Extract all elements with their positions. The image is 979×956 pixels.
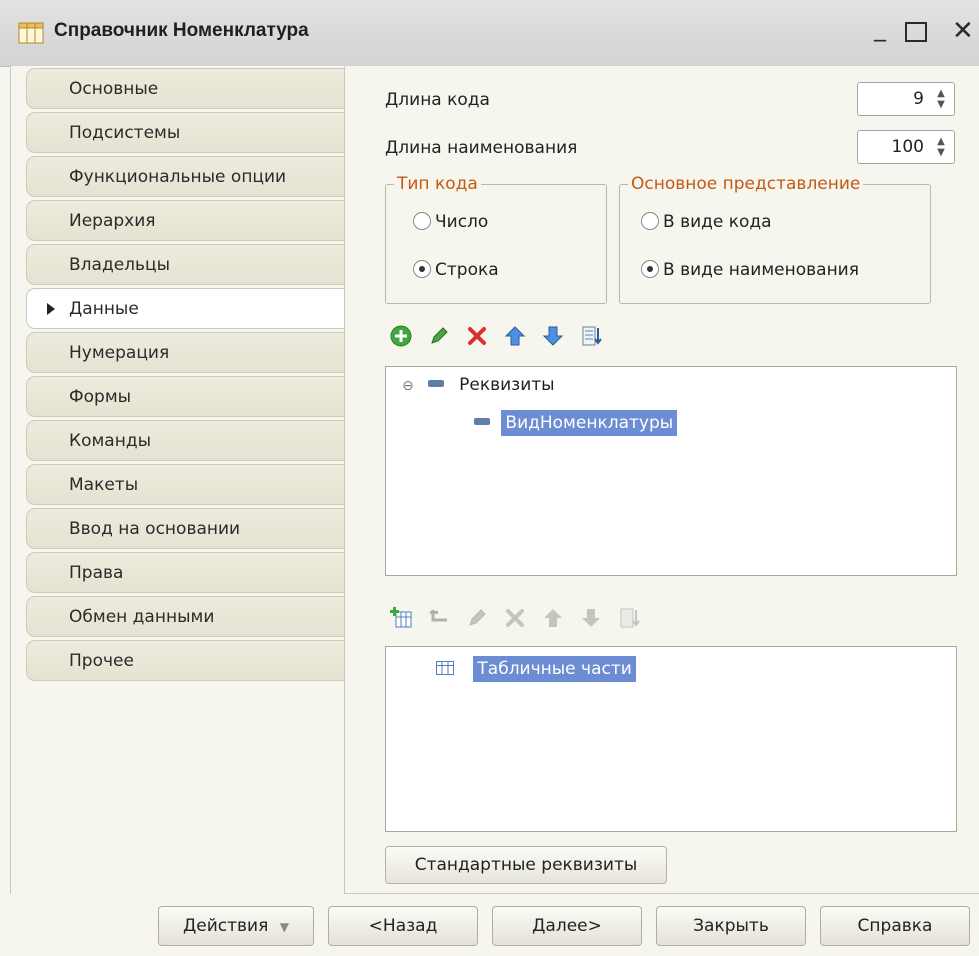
code-length-spinner[interactable]: 9 ▲ ▼: [857, 82, 955, 116]
tab-label: Иерархия: [69, 211, 156, 231]
move-up-icon[interactable]: [541, 606, 565, 630]
radio-string[interactable]: Строка: [413, 260, 499, 280]
dialog-window: Справочник Номенклатура _ ✕ Основные Под…: [0, 0, 979, 956]
sort-list-icon[interactable]: [579, 324, 603, 348]
catalog-icon: [18, 22, 44, 44]
radio-as-name[interactable]: В виде наименования: [641, 260, 859, 280]
tab-podsistemy[interactable]: Подсистемы: [26, 112, 345, 153]
tab-label: Права: [69, 563, 124, 583]
actions-label: Действия: [183, 916, 269, 936]
sort-list-icon[interactable]: [617, 606, 641, 630]
tree-root-label: Реквизиты: [459, 375, 555, 395]
tab-forms[interactable]: Формы: [26, 376, 345, 417]
move-up-icon[interactable]: [503, 324, 527, 348]
name-length-spinner[interactable]: 100 ▲ ▼: [857, 130, 955, 164]
radio-circle: [413, 212, 431, 230]
chevron-down-icon: ▼: [279, 920, 289, 934]
code-type-group: Тип кода: [385, 174, 607, 304]
standard-attributes-button[interactable]: Стандартные реквизиты: [385, 846, 667, 884]
radio-label: В виде кода: [663, 212, 772, 232]
tab-label: Команды: [69, 431, 152, 451]
tab-list: Основные Подсистемы Функциональные опции…: [10, 66, 345, 894]
title-bar: Справочник Номенклатура _ ✕: [0, 0, 979, 67]
name-length-label: Длина наименования: [385, 138, 578, 158]
tab-label: Владельцы: [69, 255, 171, 275]
tab-hierarchy[interactable]: Иерархия: [26, 200, 345, 241]
tab-functional-options[interactable]: Функциональные опции: [26, 156, 345, 197]
attribute-icon: [427, 380, 444, 387]
collapse-icon[interactable]: ⊖: [402, 378, 414, 394]
minimize-button[interactable]: _: [874, 14, 886, 42]
close-window-button[interactable]: ✕: [952, 16, 974, 46]
tab-label: Обмен данными: [69, 607, 215, 627]
tab-label: Нумерация: [69, 343, 170, 363]
tree-root-label: Табличные части: [473, 656, 636, 682]
actions-button[interactable]: Действия ▼: [158, 906, 314, 946]
spinner-arrows-icon[interactable]: ▲ ▼: [934, 136, 948, 158]
tab-label: Подсистемы: [69, 123, 181, 143]
tree-item-vidnomenklatury[interactable]: ВидНоменклатуры: [474, 410, 678, 436]
tab-content-data: Длина кода 9 ▲ ▼ Длина наименования 100 ▲…: [344, 66, 979, 894]
tab-label: Основные: [69, 79, 159, 99]
tab-numbering[interactable]: Нумерация: [26, 332, 345, 373]
radio-circle: [413, 260, 431, 278]
tab-templates[interactable]: Макеты: [26, 464, 345, 505]
tree-root-tabular-parts[interactable]: Табличные части: [436, 656, 636, 682]
close-button[interactable]: Закрыть: [656, 906, 806, 946]
tab-label: Формы: [69, 387, 132, 407]
tab-osnovnye[interactable]: Основные: [26, 68, 345, 109]
add-child-icon[interactable]: [427, 606, 451, 630]
tree-item-label: ВидНоменклатуры: [501, 410, 678, 436]
next-button[interactable]: Далее>: [492, 906, 642, 946]
tab-data[interactable]: Данные: [26, 288, 345, 329]
move-down-icon[interactable]: [579, 606, 603, 630]
radio-circle: [641, 212, 659, 230]
tab-data-exchange[interactable]: Обмен данными: [26, 596, 345, 637]
delete-icon[interactable]: [503, 606, 527, 630]
table-icon: [436, 661, 454, 675]
tab-label: Ввод на основании: [69, 519, 241, 539]
main-presentation-legend: Основное представление: [631, 174, 861, 194]
tab-label: Функциональные опции: [69, 167, 287, 187]
tree-root-attributes[interactable]: ⊖ Реквизиты: [402, 375, 555, 395]
maximize-button[interactable]: [905, 22, 927, 42]
code-length-value: 9: [913, 89, 924, 109]
radio-circle: [641, 260, 659, 278]
tab-commands[interactable]: Команды: [26, 420, 345, 461]
attributes-tree[interactable]: ⊖ Реквизиты ВидНоменклатуры: [385, 366, 957, 576]
code-length-label: Длина кода: [385, 90, 490, 110]
radio-label: В виде наименования: [663, 260, 859, 280]
tab-rights[interactable]: Права: [26, 552, 345, 593]
tabular-toolbar: [389, 606, 709, 638]
edit-icon[interactable]: [465, 606, 489, 630]
attributes-toolbar: [389, 324, 689, 356]
main-presentation-group: Основное представление: [619, 174, 931, 304]
attribute-icon: [474, 418, 490, 425]
move-down-icon[interactable]: [541, 324, 565, 348]
radio-label: Строка: [435, 260, 499, 280]
delete-icon[interactable]: [465, 324, 489, 348]
radio-label: Число: [435, 212, 489, 232]
window-title: Справочник Номенклатура: [54, 20, 309, 41]
tab-label: Макеты: [69, 475, 139, 495]
help-button[interactable]: Справка: [820, 906, 970, 946]
spinner-arrows-icon[interactable]: ▲ ▼: [934, 88, 948, 110]
tab-label: Прочее: [69, 651, 134, 671]
code-type-legend: Тип кода: [397, 174, 478, 194]
add-table-icon[interactable]: [389, 606, 413, 630]
tab-label: Данные: [69, 299, 139, 319]
radio-as-code[interactable]: В виде кода: [641, 212, 772, 232]
edit-icon[interactable]: [427, 324, 451, 348]
tab-other[interactable]: Прочее: [26, 640, 345, 681]
tab-owners[interactable]: Владельцы: [26, 244, 345, 285]
active-tab-arrow-icon: [47, 303, 55, 315]
add-icon[interactable]: [389, 324, 413, 348]
name-length-value: 100: [891, 137, 924, 157]
tab-input-by-string[interactable]: Ввод на основании: [26, 508, 345, 549]
radio-number[interactable]: Число: [413, 212, 488, 232]
tabular-parts-tree[interactable]: Табличные части: [385, 646, 957, 832]
back-button[interactable]: <Назад: [328, 906, 478, 946]
